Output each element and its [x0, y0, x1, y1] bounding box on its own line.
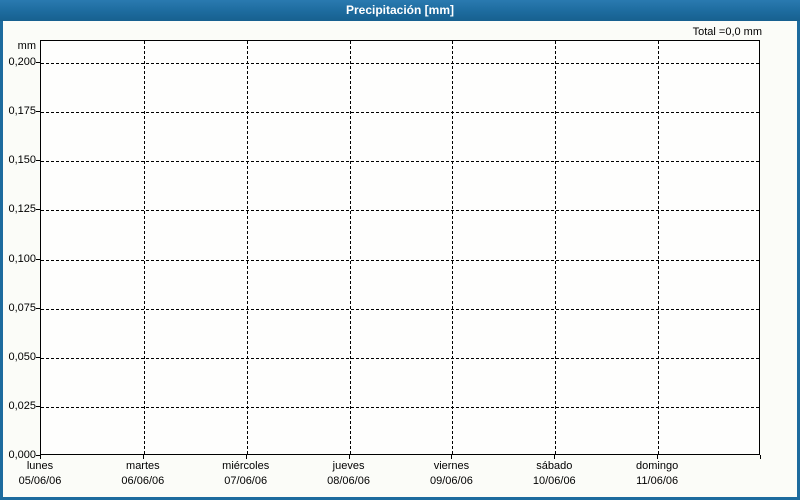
- x-date-label: 10/06/06: [532, 475, 576, 487]
- x-date-label: 11/06/06: [636, 475, 679, 487]
- y-tick-mark: [36, 259, 40, 260]
- x-date-label: 07/06/06: [224, 475, 268, 487]
- y-tick-mark: [36, 357, 40, 358]
- x-day-label: lunes: [26, 460, 54, 472]
- x-category-label: viernes 09/06/06: [396, 459, 506, 489]
- x-category-label: miércoles 07/06/06: [191, 459, 301, 489]
- x-date-label: 06/06/06: [121, 475, 165, 487]
- chart-title: Precipitación [mm]: [345, 3, 455, 17]
- vertical-gridline: [349, 41, 351, 454]
- x-date-label: 08/06/06: [327, 475, 370, 487]
- x-date-label: 05/06/06: [18, 475, 62, 487]
- horizontal-gridline: [41, 406, 759, 408]
- y-tick-mark: [36, 62, 40, 63]
- x-day-label: viernes: [433, 460, 470, 472]
- chart-title-bar[interactable]: Precipitación [mm]: [0, 0, 800, 21]
- y-tick-mark: [36, 308, 40, 309]
- y-tick-label: 0,125: [8, 203, 36, 216]
- y-tick-mark: [36, 111, 40, 112]
- horizontal-gridline: [41, 210, 759, 212]
- y-tick-label: 0,050: [8, 350, 36, 363]
- horizontal-gridline: [41, 357, 759, 359]
- y-tick-label: 0,025: [8, 399, 36, 412]
- x-day-label: jueves: [332, 460, 365, 472]
- x-category-label: sábado 10/06/06: [499, 459, 609, 489]
- horizontal-gridline: [41, 112, 759, 114]
- y-axis-unit-label: mm: [17, 40, 36, 52]
- horizontal-gridline: [41, 63, 759, 64]
- vertical-gridline: [143, 41, 145, 454]
- horizontal-gridline: [41, 161, 759, 163]
- x-date-label: 09/06/06: [430, 475, 473, 487]
- precipitation-chart-window: Precipitación [mm] Total =0,0 mm mm 0,20…: [0, 0, 800, 500]
- horizontal-gridline: [41, 308, 759, 310]
- x-day-label: miércoles: [222, 460, 270, 472]
- vertical-gridline: [246, 41, 248, 454]
- x-tick-mark: [760, 455, 761, 459]
- vertical-gridline: [658, 41, 660, 454]
- y-tick-label: 0,100: [8, 252, 36, 265]
- vertical-gridline: [555, 41, 557, 454]
- x-category-label: domingo 11/06/06: [602, 459, 712, 489]
- x-day-label: domingo: [636, 460, 679, 472]
- x-category-label: martes 06/06/06: [88, 459, 198, 489]
- y-tick-mark: [36, 160, 40, 161]
- vertical-gridline: [452, 41, 454, 454]
- y-tick-mark: [36, 406, 40, 407]
- total-annotation: Total =0,0 mm: [692, 26, 762, 38]
- x-category-label: lunes 05/06/06: [0, 459, 95, 489]
- x-day-label: martes: [126, 460, 160, 472]
- x-category-label: jueves 08/06/06: [294, 459, 404, 489]
- y-tick-label: 0,175: [8, 105, 36, 118]
- horizontal-gridline: [41, 259, 759, 261]
- y-tick-label: 0,150: [8, 154, 36, 167]
- y-tick-mark: [36, 209, 40, 210]
- x-day-label: sábado: [536, 460, 573, 472]
- y-tick-label: 0,075: [8, 301, 36, 314]
- plot-area: [40, 40, 760, 455]
- y-tick-label: 0,200: [8, 56, 36, 68]
